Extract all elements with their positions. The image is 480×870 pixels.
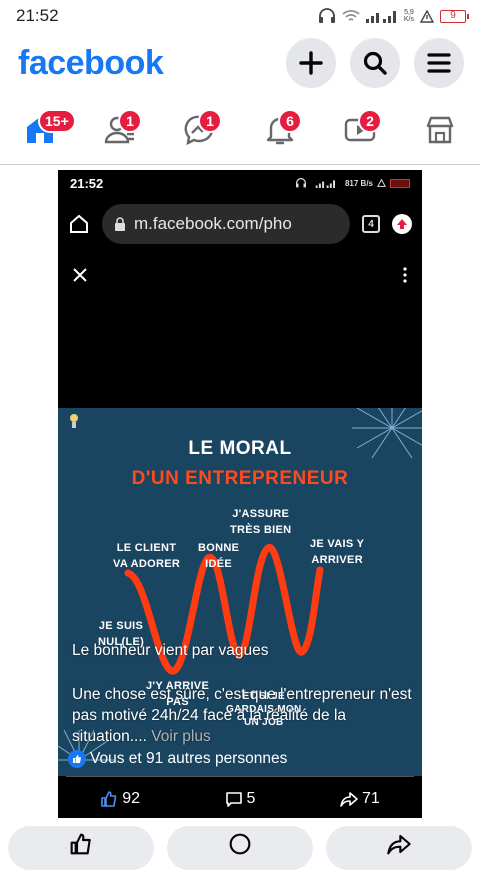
headphones-icon xyxy=(295,178,306,188)
notifications-badge: 6 xyxy=(278,109,302,133)
battery-indicator: 9 xyxy=(440,9,469,23)
thumbs-up-icon xyxy=(70,833,91,855)
media-divider xyxy=(66,776,414,777)
header-actions xyxy=(286,38,464,88)
app-header: facebook xyxy=(0,36,480,90)
share-icon xyxy=(340,792,358,807)
tab-count-button[interactable]: 4 xyxy=(362,215,380,233)
caption-text: Une chose est sûre, c'est que l'entrepre… xyxy=(72,686,412,745)
alert-icon xyxy=(377,179,386,187)
status-bar: 21:52 5,9 K/s 9 xyxy=(0,0,480,32)
signal-icon xyxy=(315,179,335,188)
inner-network-speed: 817 B/s xyxy=(344,178,373,188)
main-navigation: 15+ 1 1 6 2 xyxy=(0,100,480,160)
like-button[interactable] xyxy=(8,826,154,870)
tab-friends[interactable]: 1 xyxy=(90,105,150,155)
close-icon[interactable] xyxy=(72,267,88,283)
update-button[interactable] xyxy=(392,214,412,234)
reactions-summary[interactable]: Vous et 91 autres personnes xyxy=(68,750,287,768)
photo-viewer-bar xyxy=(58,252,422,298)
arrow-up-icon xyxy=(397,219,407,229)
friends-badge: 1 xyxy=(118,109,142,133)
tab-watch[interactable]: 2 xyxy=(330,105,390,155)
browser-toolbar: m.facebook.com/pho 4 xyxy=(58,196,422,252)
headphones-icon xyxy=(318,8,335,23)
reactions-text: Vous et 91 autres personnes xyxy=(90,750,288,767)
inner-status-icons: 817 B/s xyxy=(295,178,410,188)
like-count[interactable]: 92 xyxy=(100,790,140,808)
lock-icon xyxy=(115,217,125,231)
post-caption-body: Une chose est sûre, c'est que l'entrepre… xyxy=(72,684,418,747)
tab-home[interactable]: 15+ xyxy=(10,105,76,155)
network-speed: 5,9 K/s xyxy=(403,9,414,23)
tab-messenger[interactable]: 1 xyxy=(170,105,230,155)
home-outline-icon[interactable] xyxy=(68,213,90,235)
comment-button[interactable] xyxy=(167,826,313,870)
post-actions xyxy=(0,826,480,870)
comment-icon xyxy=(225,792,242,807)
comment-count[interactable]: 5 xyxy=(225,790,255,808)
wifi-icon xyxy=(342,10,360,21)
search-button[interactable] xyxy=(350,38,400,88)
signal-icon xyxy=(365,11,396,23)
share-count[interactable]: 71 xyxy=(340,790,380,808)
header-divider xyxy=(0,164,480,165)
photo-letterbox xyxy=(58,298,422,408)
address-bar[interactable]: m.facebook.com/pho xyxy=(102,204,350,244)
menu-button[interactable] xyxy=(414,38,464,88)
plus-icon xyxy=(299,51,323,75)
see-more-link[interactable]: Voir plus xyxy=(151,728,210,745)
facebook-logo[interactable]: facebook xyxy=(18,44,164,83)
messenger-badge: 1 xyxy=(198,109,222,133)
status-time: 21:52 xyxy=(16,6,59,25)
create-button[interactable] xyxy=(286,38,336,88)
share-icon xyxy=(387,834,411,855)
like-reaction-icon xyxy=(68,750,86,768)
label-assure: J'ASSURE TRÈS BIEN xyxy=(230,508,292,536)
url-text: m.facebook.com/pho xyxy=(134,214,292,233)
label-vais-arriver: JE VAIS Y ARRIVER xyxy=(310,538,365,566)
inner-status-time: 21:52 xyxy=(70,175,104,191)
thumbs-up-icon xyxy=(101,791,117,807)
hamburger-menu-icon xyxy=(427,53,451,73)
inner-status-bar: 21:52 817 B/s xyxy=(58,170,422,196)
label-client: LE CLIENT VA ADORER xyxy=(113,542,181,570)
more-vertical-icon[interactable] xyxy=(402,267,408,283)
watch-badge: 2 xyxy=(358,109,382,133)
status-icons: 5,9 K/s 9 xyxy=(318,8,469,24)
alert-icon xyxy=(420,9,434,23)
tab-marketplace[interactable] xyxy=(410,105,470,155)
home-badge: 15+ xyxy=(38,109,76,133)
comment-icon xyxy=(229,833,251,855)
inner-battery xyxy=(390,178,410,188)
post-caption-title: Le bonheur vient par vagues xyxy=(72,642,269,659)
share-button[interactable] xyxy=(326,826,472,870)
search-icon xyxy=(363,51,387,75)
store-icon xyxy=(426,116,454,144)
engagement-counts: 92 5 71 xyxy=(58,782,422,816)
tab-notifications[interactable]: 6 xyxy=(250,105,310,155)
label-bonne-idee: BONNE IDÉE xyxy=(198,542,240,570)
post-media[interactable]: 21:52 817 B/s m.facebook.com/pho 4 LE MO… xyxy=(58,170,422,818)
